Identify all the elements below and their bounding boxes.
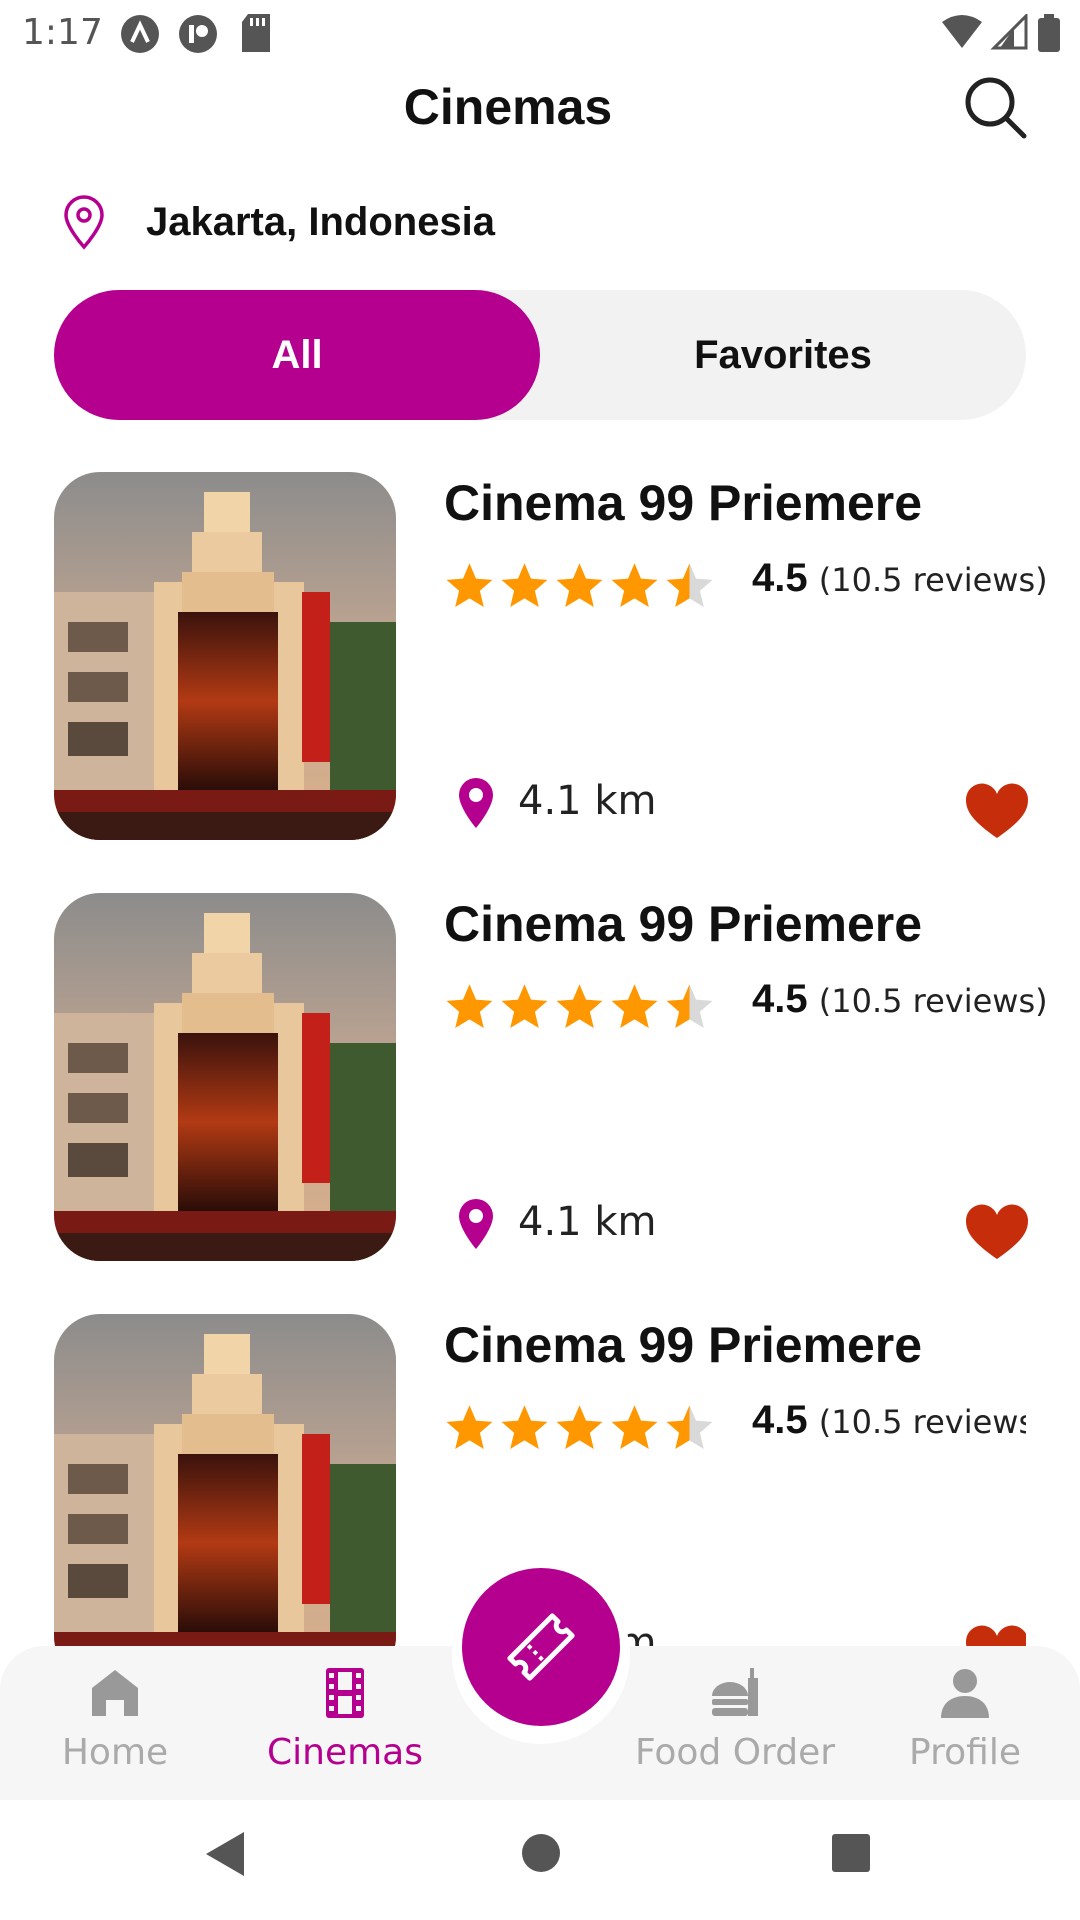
status-bar: 1:17	[0, 0, 1080, 64]
tab-all[interactable]: All	[54, 290, 540, 420]
nav-label: Home	[61, 1732, 169, 1773]
star-rating	[442, 1402, 717, 1454]
wifi-icon	[942, 15, 982, 48]
back-icon[interactable]	[204, 1830, 248, 1878]
cinema-image	[54, 472, 396, 840]
star-icon	[607, 560, 662, 612]
rating-block: 4.5 (10.5 reviews)	[752, 556, 1048, 601]
star-rating	[442, 981, 717, 1033]
location-selector[interactable]: Jakarta, Indonesia	[60, 192, 495, 252]
distance: 4.1 km	[518, 1199, 657, 1245]
home-circle-icon[interactable]	[520, 1832, 562, 1874]
rating-block: 4.5 (10.5 reviews)	[752, 977, 1048, 1022]
system-navigation-bar	[0, 1800, 1080, 1920]
star-icon	[552, 1402, 607, 1454]
review-count: (10.5 reviews)	[818, 1403, 1026, 1441]
star-rating	[442, 560, 717, 612]
search-icon	[965, 77, 1027, 139]
distance: 4.1 km	[518, 778, 657, 824]
status-time: 1:17	[22, 12, 103, 53]
film-icon	[326, 1668, 364, 1718]
half-star-icon	[662, 1402, 717, 1454]
cinema-image	[54, 1314, 396, 1646]
star-icon	[497, 1402, 552, 1454]
favorite-heart-icon[interactable]	[964, 782, 1030, 840]
star-icon	[442, 981, 497, 1033]
ticket-icon	[507, 1613, 575, 1681]
filter-tabs: All Favorites	[54, 290, 1026, 420]
nav-cinemas[interactable]: Cinemas	[260, 1646, 430, 1800]
star-icon	[607, 981, 662, 1033]
location-pin-icon	[64, 195, 104, 250]
cinema-name: Cinema 99 Priemere	[444, 1317, 923, 1373]
sd-card-icon	[242, 14, 270, 52]
review-count: (10.5 reviews)	[818, 982, 1048, 1020]
star-icon	[552, 560, 607, 612]
favorite-heart-icon[interactable]	[964, 1624, 1026, 1646]
star-icon	[442, 560, 497, 612]
location-pin-icon	[456, 776, 496, 830]
cinema-card[interactable]: Cinema 99 Priemere 4.5 (10.5 reviews) 4.…	[54, 472, 1048, 840]
rating-value: 4.5	[752, 977, 808, 1021]
star-icon	[442, 1402, 497, 1454]
review-count: (10.5 reviews)	[818, 561, 1048, 599]
notification-p-icon	[179, 15, 217, 53]
rating-value: 4.5	[752, 1398, 808, 1442]
search-button[interactable]	[962, 74, 1028, 140]
nav-label: Cinemas	[267, 1732, 423, 1773]
half-star-icon	[662, 981, 717, 1033]
tab-favorites[interactable]: Favorites	[540, 290, 1026, 420]
star-icon	[552, 981, 607, 1033]
profile-icon	[941, 1669, 989, 1718]
cinema-name: Cinema 99 Priemere	[444, 896, 923, 952]
star-icon	[497, 981, 552, 1033]
battery-icon	[1038, 14, 1060, 52]
nav-label: Profile	[909, 1732, 1021, 1773]
home-icon	[92, 1670, 138, 1716]
location-text: Jakarta, Indonesia	[146, 199, 496, 244]
cinema-image	[54, 893, 396, 1261]
nav-label: Food Order	[634, 1732, 836, 1773]
location-pin-icon	[456, 1197, 496, 1251]
signal-icon	[990, 14, 1028, 50]
food-icon	[712, 1668, 758, 1716]
rating-block: 4.5 (10.5 reviews)	[752, 1398, 1026, 1443]
cinema-card[interactable]: Cinema 99 Priemere 4.5 (10.5 reviews) 4.…	[54, 893, 1048, 1261]
favorite-heart-icon[interactable]	[964, 1203, 1030, 1261]
half-star-icon	[662, 560, 717, 612]
nav-profile[interactable]: Profile	[890, 1646, 1040, 1800]
ticket-button[interactable]	[462, 1568, 620, 1726]
recents-icon[interactable]	[830, 1832, 872, 1874]
star-icon	[607, 1402, 662, 1454]
notification-a-icon	[121, 15, 159, 53]
star-icon	[497, 560, 552, 612]
cinema-name: Cinema 99 Priemere	[444, 475, 923, 531]
nav-food-order[interactable]: Food Order	[620, 1646, 850, 1800]
page-title: Cinemas	[403, 79, 613, 135]
nav-home[interactable]: Home	[40, 1646, 190, 1800]
rating-value: 4.5	[752, 556, 808, 600]
